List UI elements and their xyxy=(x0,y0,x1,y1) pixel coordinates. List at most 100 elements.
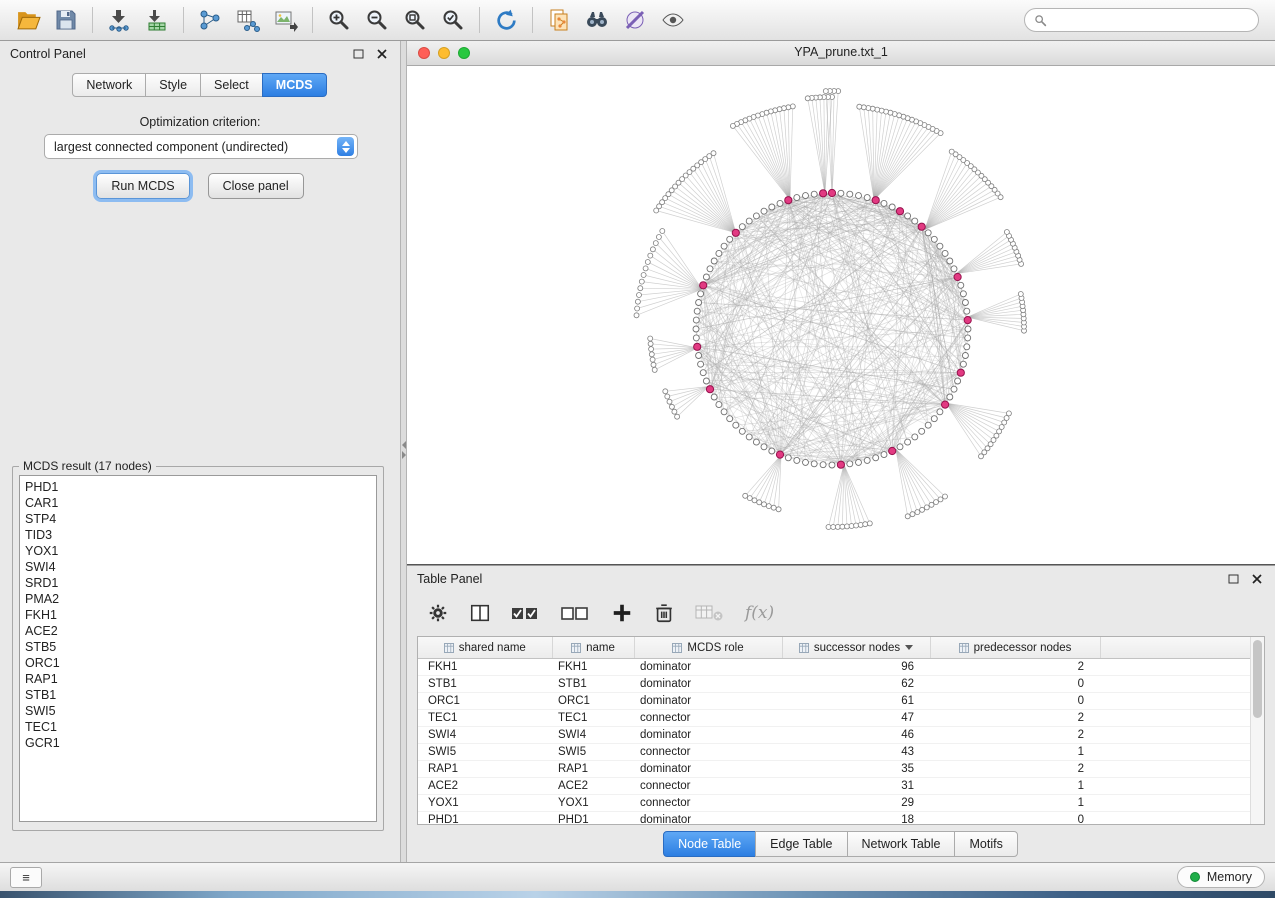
table-row[interactable]: RAP1RAP1dominator352 xyxy=(418,761,1251,778)
mcds-result-list[interactable]: PHD1CAR1STP4TID3YOX1SWI4SRD1PMA2FKH1ACE2… xyxy=(19,475,377,822)
table-row[interactable]: SWI4SWI4dominator462 xyxy=(418,727,1251,744)
mcds-result-item[interactable]: STB1 xyxy=(25,687,376,703)
mcds-result-item[interactable]: PHD1 xyxy=(25,479,376,495)
search-input[interactable] xyxy=(1053,12,1249,28)
toolbar-separator xyxy=(479,7,480,33)
add-column-button[interactable] xyxy=(611,602,633,624)
table-row[interactable]: STB1STB1dominator620 xyxy=(418,676,1251,693)
mcds-result-item[interactable]: ORC1 xyxy=(25,655,376,671)
run-mcds-button[interactable]: Run MCDS xyxy=(96,173,189,199)
mcds-result-item[interactable]: STB5 xyxy=(25,639,376,655)
column-header-successor-nodes[interactable]: successor nodes xyxy=(782,637,930,659)
mcds-result-item[interactable]: YOX1 xyxy=(25,543,376,559)
table-row[interactable]: ORC1ORC1dominator610 xyxy=(418,693,1251,710)
float-panel-icon[interactable] xyxy=(350,46,366,62)
memory-button[interactable]: Memory xyxy=(1177,866,1265,888)
tab-motifs[interactable]: Motifs xyxy=(954,831,1017,857)
mcds-result-item[interactable]: FKH1 xyxy=(25,607,376,623)
close-panel-button[interactable]: Close panel xyxy=(208,173,304,199)
zoom-out-button[interactable] xyxy=(359,5,395,35)
column-header-predecessor-nodes[interactable]: predecessor nodes xyxy=(930,637,1100,659)
table-cell: 62 xyxy=(782,676,930,693)
tab-network[interactable]: Network xyxy=(72,73,146,97)
mcds-result-item[interactable]: SWI4 xyxy=(25,559,376,575)
float-panel-icon[interactable] xyxy=(1225,571,1241,587)
mcds-result-item[interactable]: TID3 xyxy=(25,527,376,543)
mcds-result-fieldset: MCDS result (17 nodes) PHD1CAR1STP4TID3Y… xyxy=(12,459,384,831)
apply-layout-button[interactable] xyxy=(488,5,524,35)
close-panel-icon[interactable] xyxy=(374,46,390,62)
table-cell: 43 xyxy=(782,744,930,761)
zoom-selected-button[interactable] xyxy=(435,5,471,35)
import-table-button[interactable] xyxy=(139,5,175,35)
function-builder-button: f(x) xyxy=(745,603,774,623)
table-cell: 1 xyxy=(930,795,1100,812)
checked-boxes-icon xyxy=(511,603,541,623)
tab-edge-table[interactable]: Edge Table xyxy=(755,831,847,857)
node-table-body: FKH1FKH1dominator962STB1STB1dominator620… xyxy=(418,659,1251,826)
table-row[interactable]: SWI5SWI5connector431 xyxy=(418,744,1251,761)
table-panel-title: Table Panel xyxy=(417,572,1217,586)
tab-node-table[interactable]: Node Table xyxy=(663,831,756,857)
table-row[interactable]: PHD1PHD1dominator180 xyxy=(418,812,1251,826)
table-cell: 2 xyxy=(930,761,1100,778)
style-brush-icon xyxy=(623,8,647,32)
network-canvas[interactable] xyxy=(407,66,1275,565)
control-panel-header: Control Panel xyxy=(0,41,400,67)
column-header-MCDS-role[interactable]: MCDS role xyxy=(634,637,782,659)
open-session-button[interactable] xyxy=(10,5,46,35)
mcds-result-item[interactable]: RAP1 xyxy=(25,671,376,687)
criterion-select[interactable]: largest connected component (undirected) xyxy=(44,134,358,159)
tab-select[interactable]: Select xyxy=(200,73,263,97)
column-selector-button[interactable] xyxy=(469,602,491,624)
mcds-result-item[interactable]: CAR1 xyxy=(25,495,376,511)
columns-icon xyxy=(469,602,491,624)
table-row[interactable]: FKH1FKH1dominator962 xyxy=(418,659,1251,676)
network-from-table-button[interactable] xyxy=(230,5,266,35)
column-header-name[interactable]: name xyxy=(552,637,634,659)
table-row[interactable]: ACE2ACE2connector311 xyxy=(418,778,1251,795)
find-button[interactable] xyxy=(579,5,615,35)
search-field[interactable] xyxy=(1024,8,1259,32)
table-cell: ACE2 xyxy=(552,778,634,795)
mcds-result-item[interactable]: SRD1 xyxy=(25,575,376,591)
tab-network-table[interactable]: Network Table xyxy=(847,831,956,857)
show-graphics-button[interactable] xyxy=(655,5,691,35)
table-cell: SWI5 xyxy=(418,744,552,761)
save-session-button[interactable] xyxy=(48,5,84,35)
table-row[interactable]: YOX1YOX1connector291 xyxy=(418,795,1251,812)
scrollbar-thumb[interactable] xyxy=(1253,640,1262,718)
column-header-shared-name[interactable]: shared name xyxy=(418,637,552,659)
network-nodes-icon xyxy=(198,8,222,32)
select-all-button[interactable] xyxy=(511,603,541,623)
toolbar-separator xyxy=(183,7,184,33)
table-tabs: Node Table Edge Table Network Table Moti… xyxy=(407,831,1275,857)
mcds-result-item[interactable]: STP4 xyxy=(25,511,376,527)
clone-network-button[interactable] xyxy=(541,5,577,35)
table-cell: TEC1 xyxy=(418,710,552,727)
mcds-result-item[interactable]: SWI5 xyxy=(25,703,376,719)
table-settings-button[interactable] xyxy=(427,602,449,624)
table-vertical-scrollbar[interactable] xyxy=(1250,637,1264,824)
mcds-result-item[interactable]: PMA2 xyxy=(25,591,376,607)
tab-mcds[interactable]: MCDS xyxy=(262,73,327,97)
mcds-result-item[interactable]: TEC1 xyxy=(25,719,376,735)
zoom-in-button[interactable] xyxy=(321,5,357,35)
select-none-button[interactable] xyxy=(561,603,591,623)
zoom-in-icon xyxy=(327,8,351,32)
delete-column-button[interactable] xyxy=(653,602,675,624)
export-image-button[interactable] xyxy=(268,5,304,35)
tab-style[interactable]: Style xyxy=(145,73,201,97)
table-cell: STB1 xyxy=(552,676,634,693)
table-cell: 35 xyxy=(782,761,930,778)
table-row[interactable]: TEC1TEC1connector472 xyxy=(418,710,1251,727)
style-button[interactable] xyxy=(617,5,653,35)
new-network-button[interactable] xyxy=(192,5,228,35)
import-network-button[interactable] xyxy=(101,5,137,35)
status-menu-button[interactable]: ≡ xyxy=(10,867,42,888)
mcds-result-item[interactable]: ACE2 xyxy=(25,623,376,639)
close-panel-icon[interactable] xyxy=(1249,571,1265,587)
table-cell: dominator xyxy=(634,812,782,826)
fit-content-button[interactable] xyxy=(397,5,433,35)
mcds-result-item[interactable]: GCR1 xyxy=(25,735,376,751)
